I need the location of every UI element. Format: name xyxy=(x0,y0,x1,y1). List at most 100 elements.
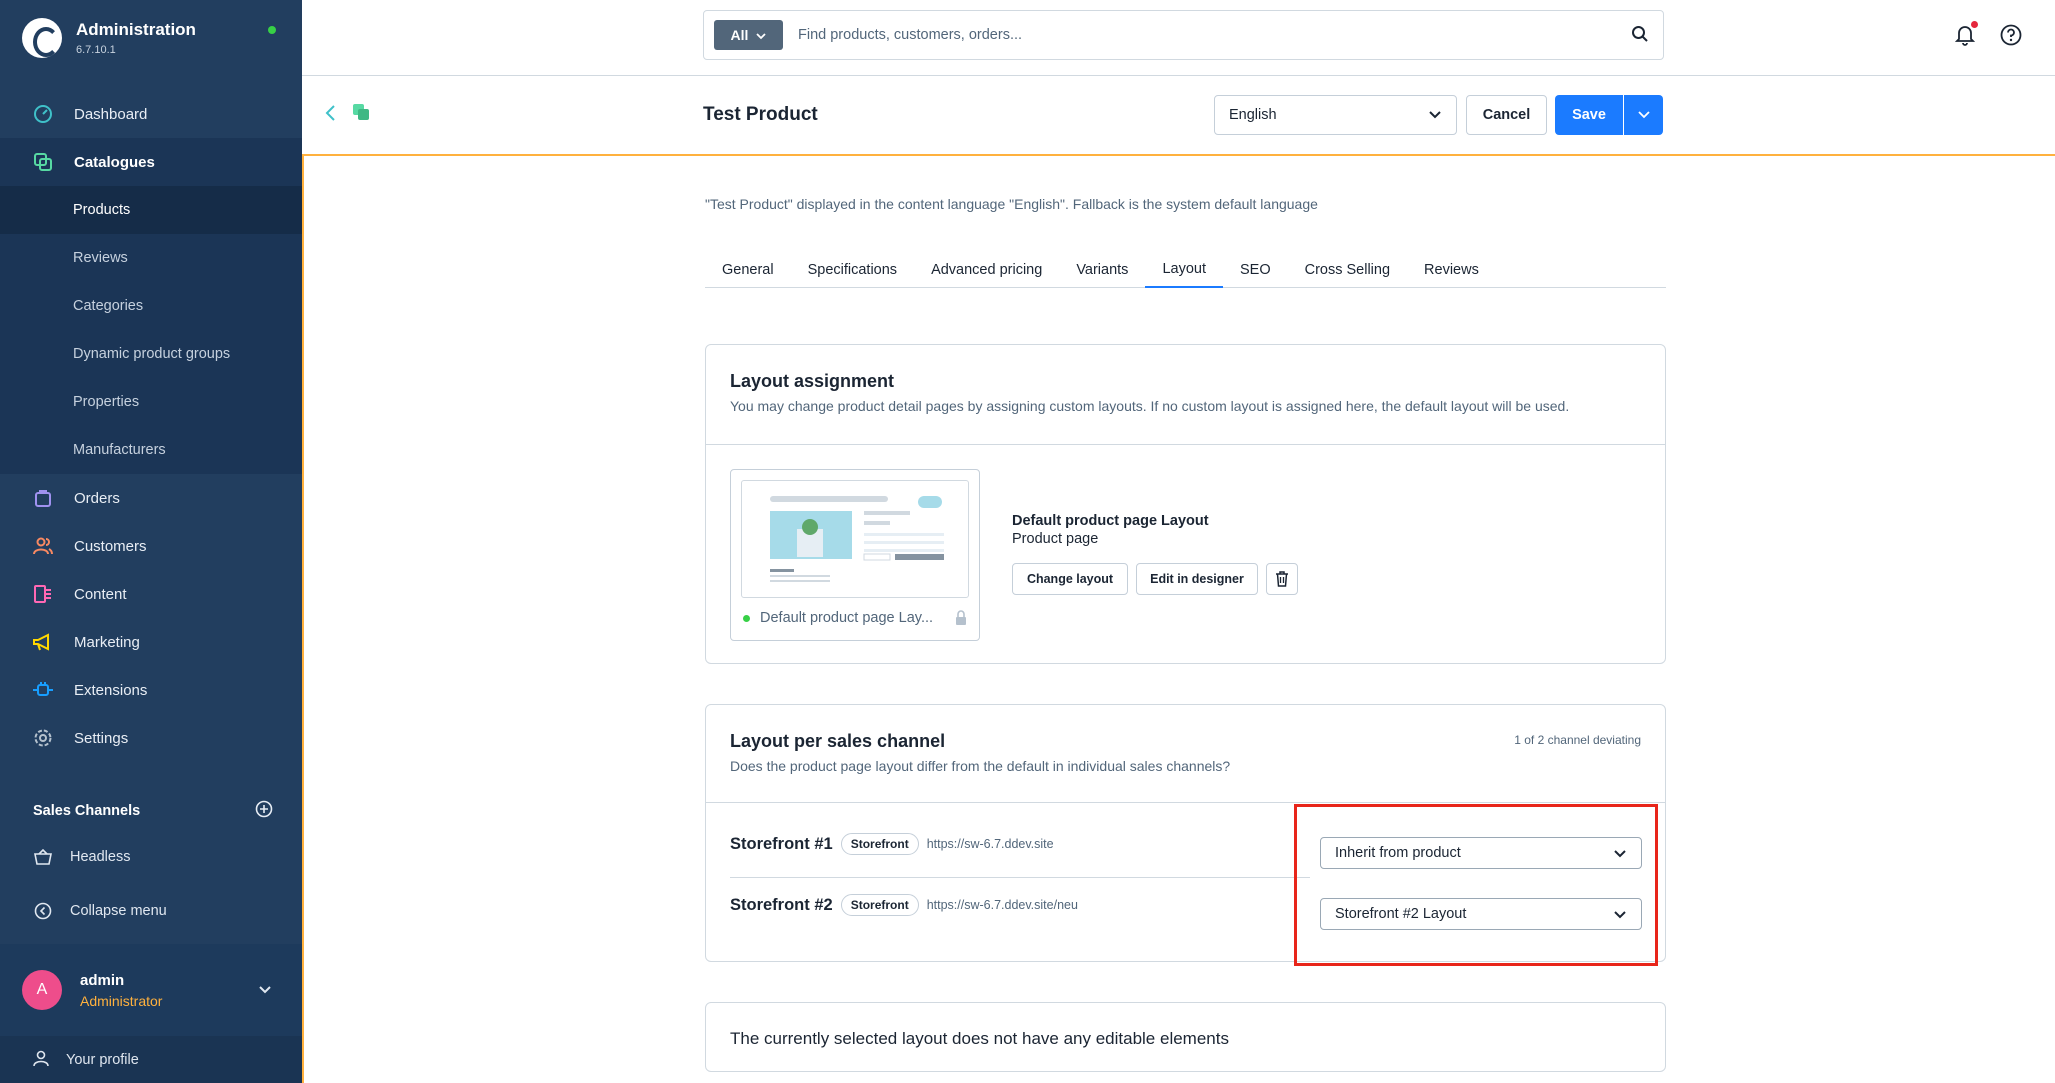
collapse-icon xyxy=(32,900,54,922)
nav-item-catalogues[interactable]: Catalogues xyxy=(0,138,302,186)
layout-preview-image xyxy=(741,480,969,598)
user-info: admin Administrator xyxy=(80,972,162,1009)
search-icon[interactable] xyxy=(1631,25,1649,46)
tab-specifications[interactable]: Specifications xyxy=(791,252,914,288)
orders-icon xyxy=(32,487,54,509)
layout-per-channel-header: Layout per sales channel Does the produc… xyxy=(706,705,1665,803)
edit-in-designer-button[interactable]: Edit in designer xyxy=(1136,563,1258,595)
sales-channel-type-badge: Storefront xyxy=(840,833,919,855)
layout-preview-caption: Default product page Lay... xyxy=(743,610,973,626)
active-status-dot xyxy=(743,614,750,622)
layout-assignment-subtitle: You may change product detail pages by a… xyxy=(730,398,1570,414)
no-editable-elements-card: The currently selected layout does not h… xyxy=(705,1002,1666,1072)
layout-type: Product page xyxy=(1012,531,1099,547)
search-type-label: All xyxy=(730,27,749,43)
layout-assignment-title: Layout assignment xyxy=(730,371,895,391)
save-button[interactable]: Save xyxy=(1555,95,1623,135)
megaphone-icon xyxy=(32,631,54,653)
back-arrow-icon[interactable] xyxy=(324,104,336,125)
chevron-down-icon[interactable] xyxy=(258,982,272,998)
language-select-value: English xyxy=(1229,107,1277,123)
search-input[interactable] xyxy=(798,27,1598,43)
tab-advanced-pricing[interactable]: Advanced pricing xyxy=(914,252,1059,288)
nav-item-extensions[interactable]: Extensions xyxy=(0,666,302,714)
nav-item-dashboard[interactable]: Dashboard xyxy=(0,90,302,138)
sales-channel-name: Storefront #1 xyxy=(730,834,833,853)
change-layout-button[interactable]: Change layout xyxy=(1012,563,1128,595)
sub-item-products[interactable]: Products xyxy=(0,186,302,234)
layout-name: Default product page Layout xyxy=(1012,513,1209,529)
sub-item-dynamic-product-groups[interactable]: Dynamic product groups xyxy=(0,330,302,378)
layout-assignment-card: Layout assignment You may change product… xyxy=(705,344,1666,664)
app-title: Administration xyxy=(76,20,196,39)
main-nav: Dashboard Catalogues Products Reviews Ca… xyxy=(0,90,302,762)
customers-icon xyxy=(32,535,54,557)
language-select[interactable]: English xyxy=(1214,95,1457,135)
deviating-count: 1 of 2 channel deviating xyxy=(1514,733,1641,747)
layout-assignment-header: Layout assignment You may change product… xyxy=(706,345,1665,445)
top-bar: All xyxy=(302,0,2055,76)
sales-channels-title: Sales Channels xyxy=(33,803,141,819)
user-menu[interactable]: A admin Administrator xyxy=(0,944,302,1036)
tab-general[interactable]: General xyxy=(705,252,791,288)
chevron-down-icon xyxy=(1428,108,1442,124)
nav-item-settings[interactable]: Settings xyxy=(0,714,302,762)
sidebar-header: Administration 6.7.10.1 xyxy=(0,0,302,76)
nav-label-catalogues: Catalogues xyxy=(74,153,155,171)
content-language-hint: "Test Product" displayed in the content … xyxy=(705,196,1318,212)
tab-layout[interactable]: Layout xyxy=(1145,252,1223,288)
product-tabs: General Specifications Advanced pricing … xyxy=(705,252,1666,288)
save-options-button[interactable] xyxy=(1624,95,1663,135)
sales-channel-row: Storefront #2 Storefront https://sw-6.7.… xyxy=(730,894,1078,916)
sidebar: Administration 6.7.10.1 Dashboard Catalo… xyxy=(0,0,302,1083)
sub-item-categories[interactable]: Categories xyxy=(0,282,302,330)
user-name: admin xyxy=(80,971,125,989)
no-editable-elements-text: The currently selected layout does not h… xyxy=(730,1029,1229,1048)
shopware-logo-icon[interactable] xyxy=(22,18,62,58)
app-title-block: Administration 6.7.10.1 xyxy=(76,20,196,56)
cancel-button[interactable]: Cancel xyxy=(1466,95,1547,135)
nav-label-orders: Orders xyxy=(74,489,120,507)
your-profile-label: Your profile xyxy=(66,1051,139,1068)
add-sales-channel-icon[interactable] xyxy=(255,800,273,822)
trash-icon xyxy=(1276,571,1288,587)
user-icon xyxy=(32,1049,50,1071)
search-type-dropdown[interactable]: All xyxy=(714,20,783,50)
sales-channel-url: https://sw-6.7.ddev.site/neu xyxy=(926,898,1078,912)
nav-label-extensions: Extensions xyxy=(74,681,148,699)
sub-item-properties[interactable]: Properties xyxy=(0,378,302,426)
chevron-down-icon xyxy=(1637,111,1650,119)
lock-icon xyxy=(955,610,967,630)
status-indicator xyxy=(268,26,276,34)
row-divider xyxy=(730,877,1310,878)
highlight-box xyxy=(1294,804,1658,966)
your-profile-link[interactable]: Your profile xyxy=(0,1036,302,1083)
tab-cross-selling[interactable]: Cross Selling xyxy=(1288,252,1407,288)
gear-icon xyxy=(32,727,54,749)
nav-item-marketing[interactable]: Marketing xyxy=(0,618,302,666)
tab-variants[interactable]: Variants xyxy=(1059,252,1145,288)
basket-icon xyxy=(32,846,54,868)
help-icon[interactable] xyxy=(2000,24,2022,49)
smart-bar: Test Product English Cancel Save xyxy=(302,76,2055,156)
collapse-menu-button[interactable]: Collapse menu xyxy=(0,887,302,935)
page-title: Test Product xyxy=(703,104,818,125)
tab-reviews[interactable]: Reviews xyxy=(1407,252,1496,288)
nav-label-marketing: Marketing xyxy=(74,633,140,651)
duplicate-icon[interactable] xyxy=(352,103,370,124)
catalogues-submenu: Products Reviews Categories Dynamic prod… xyxy=(0,186,302,474)
nav-item-customers[interactable]: Customers xyxy=(0,522,302,570)
sales-channel-row: Storefront #1 Storefront https://sw-6.7.… xyxy=(730,833,1054,855)
layout-preview-card[interactable]: Default product page Lay... xyxy=(730,469,980,641)
global-search: All xyxy=(703,10,1664,60)
sub-item-reviews[interactable]: Reviews xyxy=(0,234,302,282)
tab-seo[interactable]: SEO xyxy=(1223,252,1288,288)
sales-channel-headless[interactable]: Headless xyxy=(0,833,302,881)
avatar: A xyxy=(22,970,62,1010)
bell-icon[interactable] xyxy=(1954,24,1976,49)
sub-item-manufacturers[interactable]: Manufacturers xyxy=(0,426,302,474)
nav-item-content[interactable]: Content xyxy=(0,570,302,618)
nav-item-orders[interactable]: Orders xyxy=(0,474,302,522)
nav-label-dashboard: Dashboard xyxy=(74,105,148,123)
remove-layout-button[interactable] xyxy=(1266,563,1298,595)
